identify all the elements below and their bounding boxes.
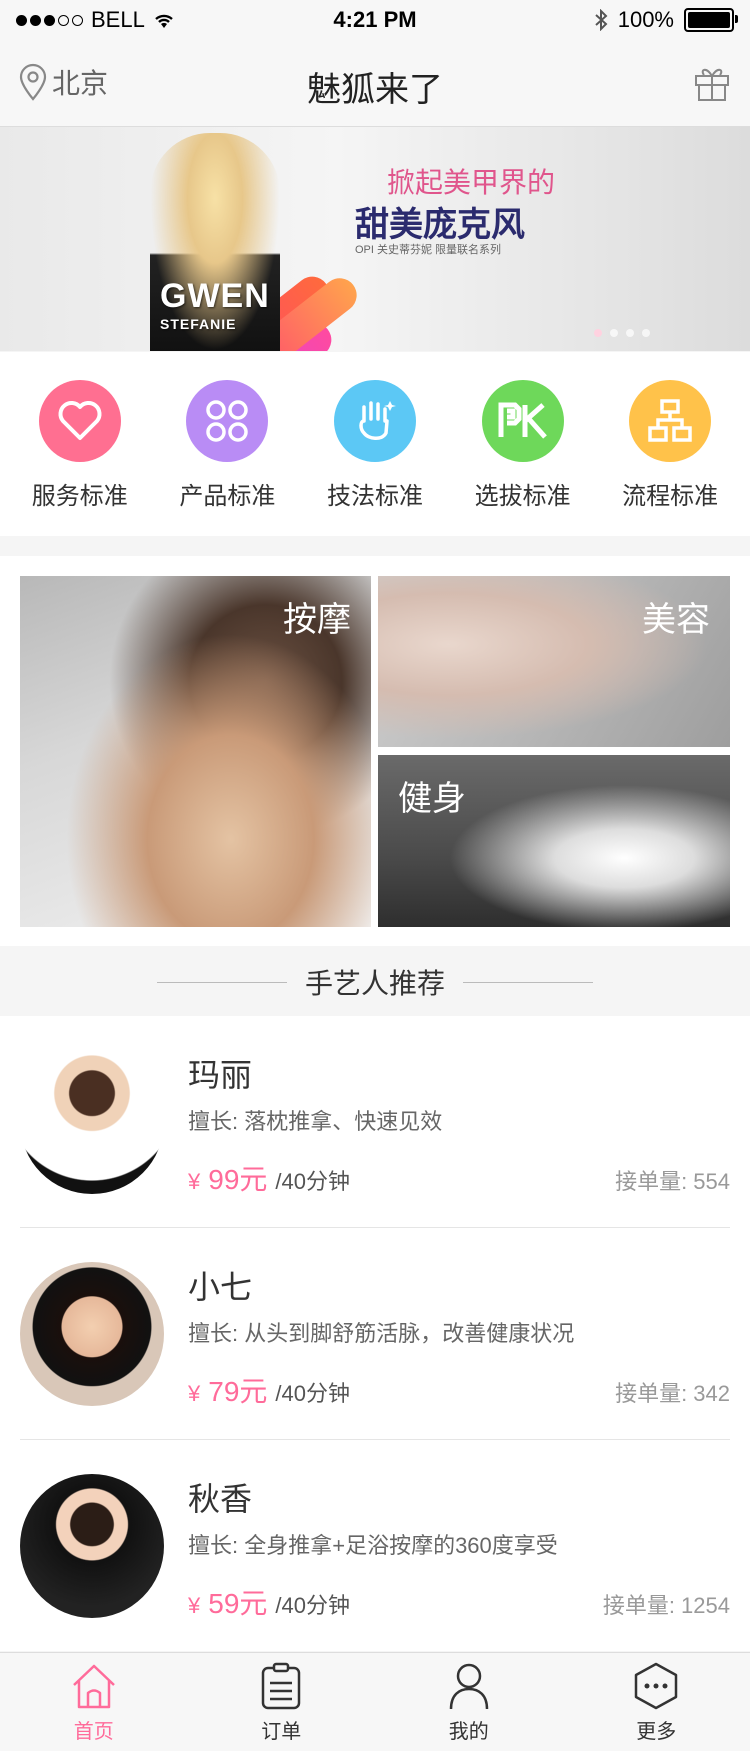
feature-tile-label: 按摩: [283, 601, 351, 639]
banner-headline-2: 甜美庞克风: [355, 206, 525, 244]
bluetooth-icon: [595, 9, 608, 31]
price-value: 79元: [208, 1376, 268, 1407]
avatar: [20, 1474, 164, 1618]
grid-icon: [186, 380, 269, 462]
artisan-name: 小七: [188, 1269, 253, 1305]
tab-label: 我的: [448, 1721, 489, 1743]
status-bar: BELL 4:21 PM 100%: [0, 0, 750, 40]
hand-icon: [333, 380, 416, 462]
artisan-card[interactable]: 小七 擅长: 从头到脚舒筋活脉，改善健康状况 ¥ 79元 /40分钟 接单量: …: [20, 1228, 730, 1440]
signal-icon: [16, 14, 83, 26]
price-unit: /40分钟: [275, 1381, 350, 1406]
feature-tile-label: 健身: [398, 780, 466, 818]
category-selection-standard[interactable]: 选拔标准: [453, 352, 593, 536]
home-icon: [72, 1664, 115, 1709]
category-product-standard[interactable]: 产品标准: [157, 352, 297, 536]
battery-percent: 100%: [617, 7, 674, 32]
page-title: 魅狐来了: [307, 71, 443, 109]
artisan-price: ¥ 79元 /40分钟: [188, 1370, 350, 1410]
banner-pagination-dot[interactable]: [610, 329, 618, 337]
user-icon: [449, 1663, 488, 1710]
price-value: 59元: [208, 1588, 268, 1619]
section-title: 手艺人推荐: [304, 968, 445, 999]
order-count: 接单量: 554: [615, 1169, 730, 1194]
artisan-name: 玛丽: [188, 1057, 253, 1093]
order-count: 接单量: 1254: [602, 1593, 730, 1618]
currency-symbol: ¥: [188, 1381, 201, 1406]
status-left: BELL: [0, 7, 175, 33]
category-service-standard[interactable]: 服务标准: [10, 352, 150, 536]
artisan-price: ¥ 59元 /40分钟: [188, 1582, 350, 1622]
navigation-bar: 北京 魅狐来了: [0, 40, 750, 127]
app-screen: BELL 4:21 PM 100% 北京 魅狐来了 GWEN STEFANIE …: [0, 0, 750, 1751]
wifi-icon: [155, 14, 173, 28]
tab-label: 更多: [636, 1721, 677, 1743]
category-technique-standard[interactable]: 技法标准: [305, 352, 445, 536]
banner-pagination-dot[interactable]: [642, 329, 650, 337]
artisan-card[interactable]: 秋香 擅长: 全身推拿+足浴按摩的360度享受 ¥ 59元 /40分钟 接单量:…: [20, 1440, 730, 1651]
category-label: 选拔标准: [474, 483, 571, 510]
pk-icon: [481, 380, 564, 462]
currency-symbol: ¥: [188, 1593, 201, 1618]
divider: [156, 981, 287, 983]
banner-brand-name: GWEN: [160, 277, 270, 315]
artisan-list: 玛丽 擅长: 落枕推拿、快速见效 ¥ 99元 /40分钟 接单量: 554 小七…: [0, 1016, 750, 1651]
bottom-tab-bar: 首页 订单 我的 更多: [0, 1652, 750, 1751]
order-count: 接单量: 342: [615, 1381, 730, 1406]
price-value: 99元: [208, 1164, 268, 1195]
category-label: 流程标准: [622, 483, 719, 510]
artisan-name: 秋香: [188, 1481, 253, 1517]
banner-caption: OPI 关史蒂芬妮 限量联名系列: [355, 244, 502, 256]
status-right: 100%: [594, 7, 750, 33]
banner-pagination: [594, 329, 650, 337]
feature-tile-beauty[interactable]: 美容: [378, 576, 730, 747]
price-unit: /40分钟: [275, 1169, 350, 1194]
artisan-price: ¥ 99元 /40分钟: [188, 1158, 350, 1198]
battery-icon: [684, 8, 738, 32]
category-process-standard[interactable]: 流程标准: [600, 352, 740, 536]
flow-icon: [629, 380, 712, 462]
gift-button[interactable]: [692, 62, 732, 107]
divider: [463, 981, 593, 983]
banner-pagination-dot[interactable]: [594, 329, 602, 337]
artisan-skill: 擅长: 落枕推拿、快速见效: [188, 1109, 443, 1134]
banner-headline-1: 掀起美甲界的: [386, 167, 555, 198]
price-unit: /40分钟: [275, 1593, 350, 1618]
feature-tile-massage[interactable]: 按摩: [20, 576, 371, 927]
artisan-skill: 擅长: 全身推拿+足浴按摩的360度享受: [188, 1533, 558, 1558]
tab-home[interactable]: 首页: [19, 1661, 169, 1744]
banner-brand-logo: GWEN STEFANIE: [160, 277, 270, 332]
gift-icon: [695, 68, 729, 101]
carrier-name: BELL: [91, 7, 145, 32]
artisan-card[interactable]: 玛丽 擅长: 落枕推拿、快速见效 ¥ 99元 /40分钟 接单量: 554: [20, 1016, 730, 1228]
banner-pagination-dot[interactable]: [626, 329, 634, 337]
more-icon: [635, 1662, 678, 1710]
banner-text: 掀起美甲界的 甜美庞克风 OPI 关史蒂芬妮 限量联名系列: [345, 161, 575, 256]
tab-more[interactable]: 更多: [581, 1661, 731, 1744]
banner-brand-sub: STEFANIE: [160, 316, 237, 332]
category-label: 技法标准: [326, 483, 423, 510]
category-row: 服务标准 产品标准 技法标准 选拔标准 流程标准: [0, 352, 750, 536]
feature-tile-fitness[interactable]: 健身: [378, 755, 730, 927]
service-feature-grid: 按摩 美容 健身: [0, 556, 750, 946]
feature-tile-label: 美容: [642, 601, 710, 639]
category-label: 产品标准: [179, 483, 276, 510]
tab-label: 订单: [261, 1721, 302, 1743]
tab-orders[interactable]: 订单: [206, 1661, 356, 1744]
currency-symbol: ¥: [188, 1169, 201, 1194]
avatar: [20, 1262, 164, 1406]
category-label: 服务标准: [31, 483, 128, 510]
tab-label: 首页: [73, 1721, 114, 1743]
heart-icon: [38, 380, 121, 462]
clipboard-icon: [262, 1662, 301, 1710]
artisan-skill: 擅长: 从头到脚舒筋活脉，改善健康状况: [188, 1321, 575, 1346]
section-header-artisans: 手艺人推荐: [0, 948, 750, 1016]
promo-banner[interactable]: GWEN STEFANIE 掀起美甲界的 甜美庞克风 OPI 关史蒂芬妮 限量联…: [0, 127, 750, 351]
tab-profile[interactable]: 我的: [394, 1661, 544, 1744]
avatar: [20, 1050, 164, 1194]
